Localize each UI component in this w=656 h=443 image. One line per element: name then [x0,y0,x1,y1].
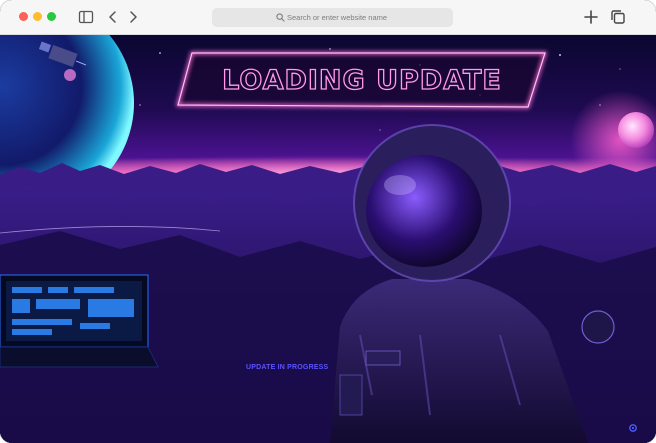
browser-toolbar: Search or enter website name [0,0,656,35]
search-icon [276,13,285,22]
tabs-overview-icon[interactable] [610,9,626,25]
back-arrow-icon[interactable] [105,9,121,25]
minimize-window-button[interactable] [33,12,42,21]
space-scene-artwork: LOADING UPDATE [0,35,656,443]
settings-gear-icon[interactable] [628,423,638,433]
new-tab-plus-icon[interactable] [583,9,599,25]
laptop-illustration [0,274,159,368]
sidebar-icon[interactable] [78,9,94,25]
loading-update-banner: LOADING UPDATE [176,51,548,109]
browser-window: Search or enter website name LOADING UPD… [0,0,656,443]
forward-arrow-icon[interactable] [125,9,141,25]
update-status-text: UPDATE IN PROGRESS [246,364,329,371]
page-headline: LOADING UPDATE [222,65,502,96]
zoom-window-button[interactable] [47,12,56,21]
address-bar[interactable]: Search or enter website name [212,8,453,27]
web-content: LOADING UPDATE UPDATE IN PROGRESS [0,35,656,443]
close-window-button[interactable] [19,12,28,21]
moon-illustration [618,112,654,148]
address-bar-placeholder: Search or enter website name [287,13,388,22]
